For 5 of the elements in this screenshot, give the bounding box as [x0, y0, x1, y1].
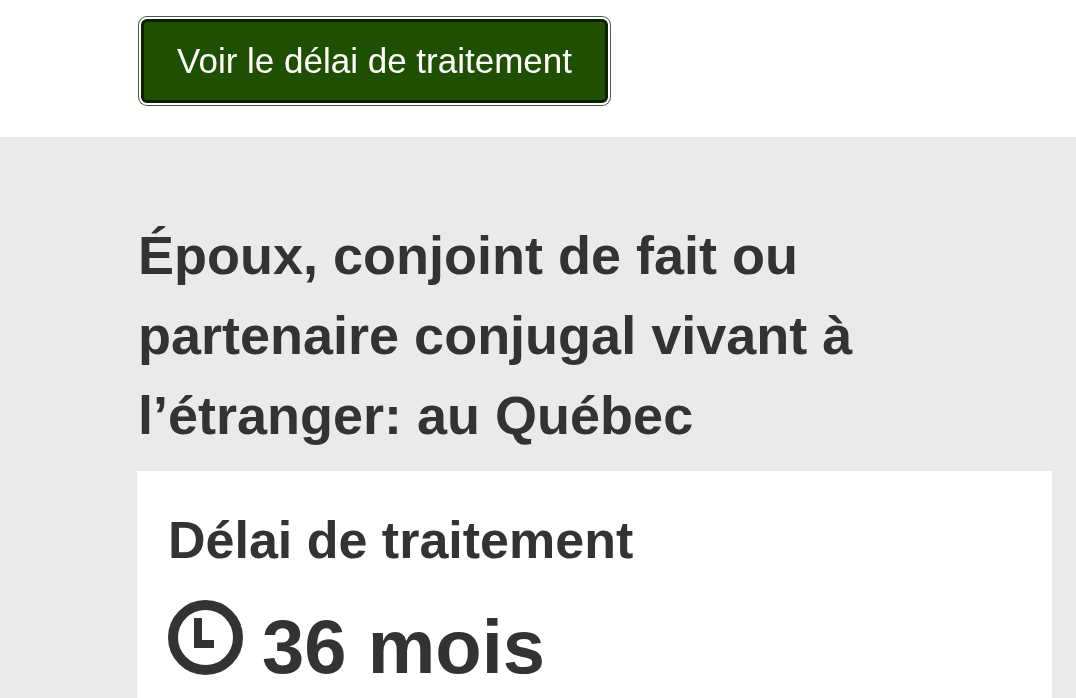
view-processing-time-button[interactable]: Voir le délai de traitement: [141, 19, 608, 103]
card-heading: Délai de traitement: [168, 510, 635, 570]
clock-icon: [168, 600, 243, 675]
program-title: Époux, conjoint de fait ou partenaire conjugal vivant à l’étranger: au Québec: [137, 224, 854, 447]
processing-time: 36 mois: [262, 607, 546, 687]
